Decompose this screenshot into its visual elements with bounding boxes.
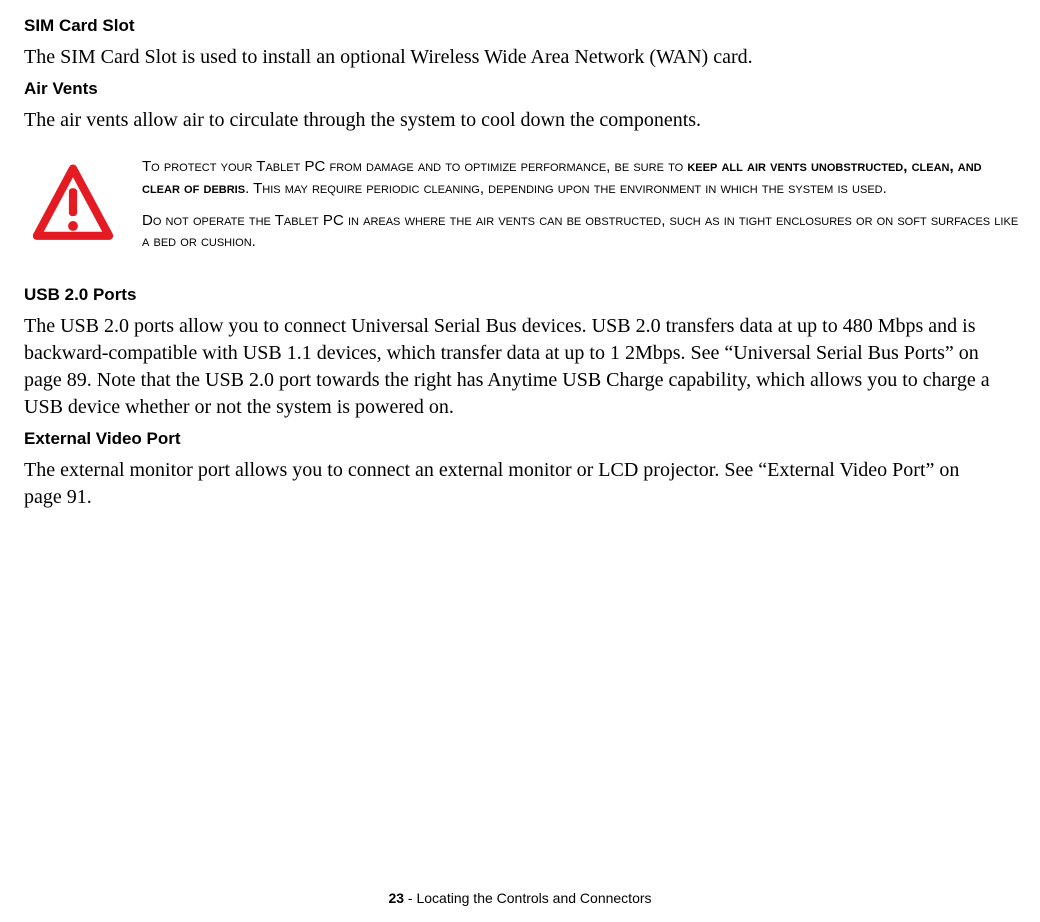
air-vents-heading: Air Vents	[24, 79, 1020, 99]
external-video-body: The external monitor port allows you to …	[24, 457, 1020, 511]
warning-paragraph-2: Do not operate the Tablet PC in areas wh…	[142, 210, 1020, 254]
sim-card-slot-heading: SIM Card Slot	[24, 16, 1020, 36]
page-footer: 23 - Locating the Controls and Connector…	[0, 890, 1040, 906]
external-video-heading: External Video Port	[24, 429, 1020, 449]
warning-p1-post: . This may require periodic cleaning, de…	[245, 180, 887, 197]
warning-callout-text: To protect your Tablet PC from damage an…	[142, 156, 1020, 263]
footer-section: Locating the Controls and Connectors	[416, 890, 651, 906]
warning-p1-pre: To protect your Tablet PC from damage an…	[142, 158, 687, 175]
page-number: 23	[388, 890, 404, 906]
warning-triangle-icon	[32, 162, 114, 244]
warning-paragraph-1: To protect your Tablet PC from damage an…	[142, 156, 1020, 200]
air-vents-body: The air vents allow air to circulate thr…	[24, 107, 1020, 134]
usb-ports-body: The USB 2.0 ports allow you to connect U…	[24, 313, 1020, 421]
warning-callout: To protect your Tablet PC from damage an…	[24, 156, 1020, 263]
footer-separator: -	[404, 890, 416, 906]
sim-card-slot-body: The SIM Card Slot is used to install an …	[24, 44, 1020, 71]
usb-ports-heading: USB 2.0 Ports	[24, 285, 1020, 305]
